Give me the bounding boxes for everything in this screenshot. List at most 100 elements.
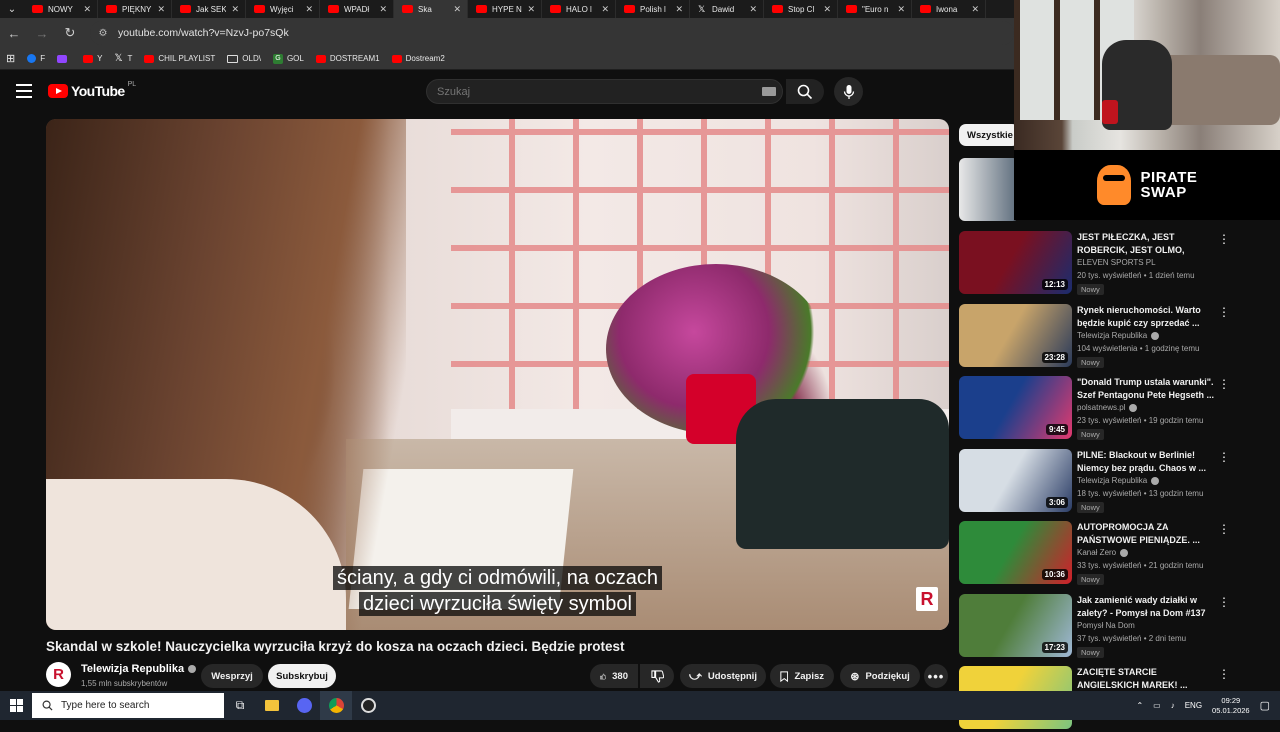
search-box[interactable] [426, 79, 783, 104]
start-button[interactable] [0, 691, 32, 720]
more-vertical-icon[interactable]: ⋮ [1218, 668, 1230, 680]
tab-close-icon[interactable]: ✕ [749, 4, 757, 15]
chrome-icon[interactable] [320, 691, 352, 720]
more-vertical-icon[interactable]: ⋮ [1218, 596, 1230, 608]
bookmark-item[interactable]: 𝕏T [114, 53, 132, 64]
apps-grid-icon[interactable]: ⊞ [6, 52, 15, 65]
recommendation-channel-name[interactable]: Telewizja Republika [1077, 476, 1147, 485]
recommendation-channel-name[interactable]: Kanał Zero [1077, 548, 1116, 557]
more-vertical-icon[interactable]: ⋮ [1218, 451, 1230, 463]
tab-close-icon[interactable]: ✕ [231, 4, 239, 15]
bookmark-item[interactable] [57, 54, 71, 63]
recommendation-item[interactable]: 23:28 Rynek nieruchomości. Warto będzie k… [959, 304, 1259, 370]
search-input[interactable] [437, 85, 762, 98]
recommendation-thumbnail[interactable]: 9:45 [959, 376, 1072, 439]
recommendation-thumbnail[interactable]: 3:06 [959, 449, 1072, 512]
tab-close-icon[interactable]: ✕ [379, 4, 387, 15]
obs-icon[interactable] [352, 691, 384, 720]
browser-tab[interactable]: NOWY ✕ [24, 0, 98, 18]
browser-tab[interactable]: Iwona ✕ [912, 0, 986, 18]
network-icon[interactable]: ▭ [1153, 701, 1161, 710]
tab-close-icon[interactable]: ✕ [305, 4, 313, 15]
bookmark-item[interactable]: DOSTREAM1 [315, 54, 380, 63]
channel-name[interactable]: Telewizja Republika [81, 663, 197, 675]
more-vertical-icon[interactable]: ⋮ [1218, 523, 1230, 535]
tab-close-icon[interactable]: ✕ [675, 4, 683, 15]
recommendation-channel[interactable]: Pomysł Na Dom [1077, 621, 1135, 630]
forward-arrow-icon[interactable]: → [28, 18, 56, 48]
recommendation-item[interactable]: 17:23 Jak zamienić wady działki w zalety?… [959, 594, 1259, 660]
thanks-button[interactable]: ⊛ Podziękuj [840, 664, 920, 688]
recommendation-channel[interactable]: Telewizja Republika [1077, 476, 1160, 485]
recommendation-channel-name[interactable]: polsatnews.pl [1077, 403, 1125, 412]
browser-tab[interactable]: 𝕏 Dawid ✕ [690, 0, 764, 18]
file-explorer-icon[interactable] [256, 691, 288, 720]
chevron-up-icon[interactable]: ⌃ [1136, 701, 1143, 710]
language-indicator[interactable]: ENG [1185, 701, 1202, 710]
site-info-icon[interactable]: ⚙ [96, 26, 110, 40]
keyboard-icon[interactable] [762, 87, 776, 96]
browser-tab[interactable]: "Euro n ✕ [838, 0, 912, 18]
recommendation-thumbnail[interactable]: 23:28 [959, 304, 1072, 367]
recommendation-thumbnail[interactable]: 12:13 [959, 231, 1072, 294]
video-player[interactable]: ściany, a gdy ci odmówili, na oczach dzi… [46, 119, 949, 630]
volume-icon[interactable]: ♪ [1171, 701, 1175, 710]
browser-tab[interactable]: Stop Cl ✕ [764, 0, 838, 18]
more-vertical-icon[interactable]: ⋮ [1218, 233, 1230, 245]
notifications-icon[interactable]: ▢ [1260, 699, 1270, 712]
more-actions-button[interactable]: ••• [924, 664, 948, 688]
channel-avatar[interactable]: R [46, 662, 71, 687]
bookmark-item[interactable]: OLD\ [227, 54, 261, 63]
tab-close-icon[interactable]: ✕ [453, 4, 461, 15]
recommendation-channel-name[interactable]: Pomysł Na Dom [1077, 621, 1135, 630]
recommendation-title[interactable]: ZACIĘTE STARCIE ANGIELSKICH MAREK! ... [1077, 666, 1217, 691]
recommendation-channel-name[interactable]: Telewizja Republika [1077, 331, 1147, 340]
save-button[interactable]: Zapisz [770, 664, 834, 688]
recommendation-item[interactable]: 9:45 "Donald Trump ustala warunki". Szef … [959, 376, 1259, 442]
back-arrow-icon[interactable]: ← [0, 18, 28, 48]
tab-search-chevron-icon[interactable]: ⌄ [0, 0, 24, 18]
tab-close-icon[interactable]: ✕ [971, 4, 979, 15]
bookmark-item[interactable]: G GOL [272, 53, 304, 64]
reload-icon[interactable]: ↻ [56, 18, 84, 48]
clock[interactable]: 09:29 05.01.2026 [1212, 696, 1250, 716]
browser-tab[interactable]: HYPE N ✕ [468, 0, 542, 18]
url-text[interactable]: youtube.com/watch?v=NzvJ-po7sQk [118, 27, 289, 39]
channel-watermark[interactable]: R [916, 587, 938, 611]
browser-tab[interactable]: WPADł ✕ [320, 0, 394, 18]
recommendation-title[interactable]: PILNE: Blackout w Berlinie! Niemcy bez p… [1077, 449, 1217, 474]
recommendation-channel[interactable]: ELEVEN SPORTS PL [1077, 258, 1156, 267]
recommendation-item[interactable]: 10:36 AUTOPROMOCJA ZA PAŃSTWOWE PIENIĄDZE… [959, 521, 1259, 587]
bookmark-item[interactable]: Y [83, 54, 102, 63]
dislike-button[interactable] [640, 664, 674, 688]
recommendation-title[interactable]: AUTOPROMOCJA ZA PAŃSTWOWE PIENIĄDZE. ... [1077, 521, 1217, 546]
tab-close-icon[interactable]: ✕ [83, 4, 91, 15]
search-button[interactable] [786, 79, 824, 104]
recommendation-title[interactable]: Jak zamienić wady działki w zalety? - Po… [1077, 594, 1217, 619]
bookmark-item[interactable]: CHIL PLAYLIST [144, 54, 215, 63]
browser-tab[interactable]: Wyjęci ✕ [246, 0, 320, 18]
voice-search-button[interactable] [834, 77, 863, 106]
recommendation-thumbnail[interactable]: 17:23 [959, 594, 1072, 657]
recommendation-channel-name[interactable]: ELEVEN SPORTS PL [1077, 258, 1156, 267]
recommendation-thumbnail-partial[interactable] [959, 158, 1019, 221]
recommendation-title[interactable]: "Donald Trump ustala warunki". Szef Pent… [1077, 376, 1217, 401]
tab-close-icon[interactable]: ✕ [157, 4, 165, 15]
recommendation-title[interactable]: JEST PIŁECZKA, JEST ROBERCIK, JEST OLMO,… [1077, 231, 1217, 256]
recommendation-item[interactable]: 3:06 PILNE: Blackout w Berlinie! Niemcy b… [959, 449, 1259, 515]
address-bar[interactable]: ⚙ youtube.com/watch?v=NzvJ-po7sQk [90, 21, 1014, 45]
tab-close-icon[interactable]: ✕ [527, 4, 535, 15]
taskbar-search[interactable]: Type here to search [32, 693, 224, 718]
tab-close-icon[interactable]: ✕ [601, 4, 609, 15]
task-view-icon[interactable]: ⧉ [224, 691, 256, 720]
subscribe-button[interactable]: Subskrybuj [268, 664, 336, 688]
tab-close-icon[interactable]: ✕ [897, 4, 905, 15]
browser-tab[interactable]: Polish l ✕ [616, 0, 690, 18]
support-button[interactable]: Wesprzyj [201, 664, 263, 688]
discord-icon[interactable] [288, 691, 320, 720]
more-vertical-icon[interactable]: ⋮ [1218, 306, 1230, 318]
bookmark-item[interactable]: F [27, 54, 45, 63]
browser-tab[interactable]: HALO l ✕ [542, 0, 616, 18]
recommendation-channel[interactable]: Kanał Zero [1077, 548, 1129, 557]
youtube-logo[interactable]: YouTube PL [48, 81, 136, 99]
